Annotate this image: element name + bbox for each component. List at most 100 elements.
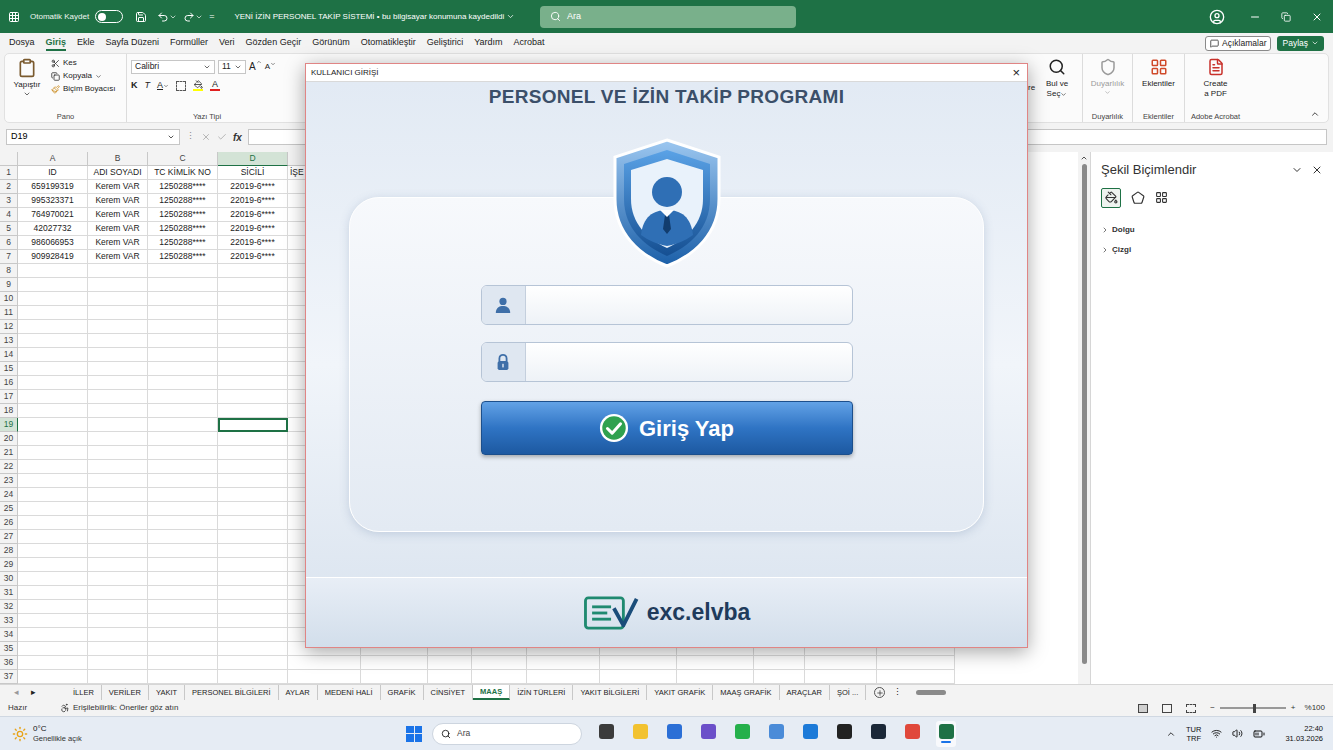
- cell[interactable]: [18, 628, 88, 642]
- cell[interactable]: [18, 390, 88, 404]
- cell[interactable]: [88, 600, 148, 614]
- addins-button[interactable]: Eklentiler: [1133, 54, 1184, 111]
- cell[interactable]: 1250288****: [148, 208, 218, 222]
- cell[interactable]: [148, 320, 218, 334]
- cell[interactable]: Kerem VAR: [88, 236, 148, 250]
- cell[interactable]: [18, 348, 88, 362]
- row-header[interactable]: 2: [0, 180, 18, 194]
- cell[interactable]: [148, 348, 218, 362]
- volume-icon[interactable]: [1232, 728, 1243, 739]
- cell[interactable]: [218, 418, 288, 432]
- sheet-tab[interactable]: İLLER: [66, 685, 102, 700]
- cell[interactable]: [218, 614, 288, 628]
- format-painter-button[interactable]: Biçim Boyacısı: [51, 84, 115, 94]
- fill-color-button[interactable]: [193, 80, 203, 91]
- row-header[interactable]: 6: [0, 236, 18, 250]
- taskbar-app[interactable]: [630, 721, 650, 747]
- menu-tab[interactable]: Ekle: [77, 35, 95, 51]
- cell[interactable]: ADI SOYADI: [88, 166, 148, 180]
- cell[interactable]: [18, 670, 88, 684]
- cell[interactable]: 42027732: [18, 222, 88, 236]
- row-header[interactable]: 10: [0, 292, 18, 306]
- sheet-tab[interactable]: PERSONEL BİLGİLERİ: [185, 685, 279, 700]
- menu-tab[interactable]: Görünüm: [312, 35, 350, 51]
- qat-more[interactable]: =: [209, 10, 214, 24]
- cell[interactable]: 1250288****: [148, 222, 218, 236]
- minimize-icon[interactable]: [1249, 11, 1261, 23]
- cell[interactable]: [148, 670, 218, 684]
- taskbar-app[interactable]: [868, 721, 888, 747]
- cell[interactable]: [877, 656, 955, 670]
- sheet-more[interactable]: ⋮: [893, 686, 902, 700]
- cell[interactable]: [88, 544, 148, 558]
- search-box[interactable]: Ara: [540, 6, 796, 28]
- row-header[interactable]: 15: [0, 362, 18, 376]
- cell[interactable]: [361, 656, 428, 670]
- cell[interactable]: [18, 278, 88, 292]
- cell[interactable]: [148, 292, 218, 306]
- sheet-tab[interactable]: MAAŞ GRAFİK: [713, 685, 779, 700]
- cell[interactable]: [218, 516, 288, 530]
- row-header[interactable]: 16: [0, 376, 18, 390]
- cell[interactable]: [361, 670, 428, 684]
- create-pdf-button[interactable]: Createa PDF: [1185, 54, 1246, 111]
- close-icon[interactable]: [1311, 11, 1323, 23]
- cell[interactable]: [18, 488, 88, 502]
- autosave-toggle[interactable]: [95, 10, 123, 23]
- font-shrink-button[interactable]: A: [265, 61, 276, 73]
- row-header[interactable]: 24: [0, 488, 18, 502]
- cell[interactable]: [218, 642, 288, 656]
- taskbar-app[interactable]: [834, 721, 854, 747]
- sheet-tab[interactable]: İZİN TÜRLERİ: [510, 685, 573, 700]
- font-name-select[interactable]: Calibri: [131, 60, 215, 74]
- cell[interactable]: [218, 488, 288, 502]
- menu-tab[interactable]: Gözden Geçir: [246, 35, 302, 51]
- cell[interactable]: [88, 586, 148, 600]
- cell[interactable]: [18, 418, 88, 432]
- cell[interactable]: 986066953: [18, 236, 88, 250]
- column-header[interactable]: C: [148, 152, 218, 166]
- cell[interactable]: 995323371: [18, 194, 88, 208]
- row-header[interactable]: 13: [0, 334, 18, 348]
- cell[interactable]: 909928419: [18, 250, 88, 264]
- italic-button[interactable]: T: [145, 79, 151, 93]
- cell[interactable]: [88, 474, 148, 488]
- cell[interactable]: Kerem VAR: [88, 208, 148, 222]
- row-header[interactable]: 11: [0, 306, 18, 320]
- column-header[interactable]: D: [218, 152, 288, 166]
- cell[interactable]: [218, 278, 288, 292]
- cell[interactable]: [18, 558, 88, 572]
- cell[interactable]: [600, 656, 677, 670]
- cell[interactable]: [88, 516, 148, 530]
- find-select-button[interactable]: Bul veSeç: [1040, 54, 1074, 122]
- sheet-tab[interactable]: ARAÇLAR: [780, 685, 830, 700]
- sheet-tab[interactable]: YAKIT BİLGİLERİ: [573, 685, 647, 700]
- cell[interactable]: [18, 292, 88, 306]
- cell[interactable]: [88, 404, 148, 418]
- cell[interactable]: 1250288****: [148, 250, 218, 264]
- cell[interactable]: [600, 670, 677, 684]
- taskbar-app[interactable]: [732, 721, 752, 747]
- bold-button[interactable]: K: [131, 79, 138, 93]
- sheet-tab[interactable]: AYLAR: [279, 685, 318, 700]
- row-header[interactable]: 5: [0, 222, 18, 236]
- cell[interactable]: [148, 404, 218, 418]
- cell[interactable]: [148, 460, 218, 474]
- page-break-icon[interactable]: [1186, 704, 1196, 713]
- horizontal-scrollbar[interactable]: [916, 690, 1333, 695]
- cell[interactable]: [88, 320, 148, 334]
- cell[interactable]: 1250288****: [148, 236, 218, 250]
- cell[interactable]: [218, 670, 288, 684]
- cell[interactable]: [218, 558, 288, 572]
- cell[interactable]: [18, 572, 88, 586]
- cell[interactable]: [88, 628, 148, 642]
- cell[interactable]: [148, 376, 218, 390]
- cell[interactable]: [18, 306, 88, 320]
- vertical-scrollbar[interactable]: [1078, 152, 1090, 684]
- row-header[interactable]: 36: [0, 656, 18, 670]
- cell[interactable]: [88, 670, 148, 684]
- cell[interactable]: Kerem VAR: [88, 194, 148, 208]
- font-color-button[interactable]: A: [210, 80, 220, 91]
- cell[interactable]: [677, 656, 754, 670]
- language-indicator[interactable]: TURTRF: [1186, 725, 1201, 743]
